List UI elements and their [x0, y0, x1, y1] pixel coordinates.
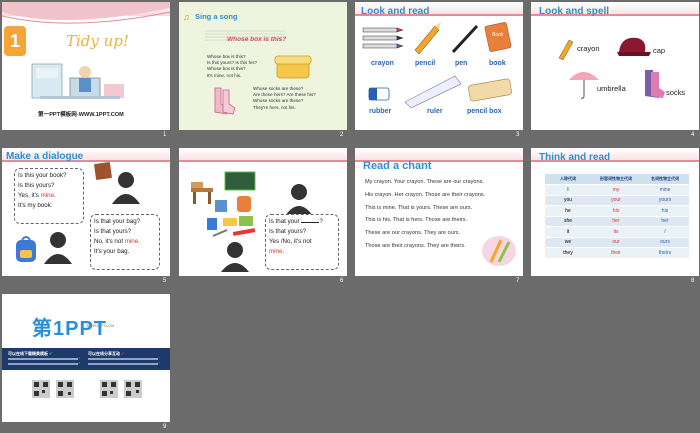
lunch-box-icon	[274, 55, 312, 79]
slide-thumbnail-9[interactable]: 第1PPT WWW.1PPT.COM 可以在线下载精美模板 ✔ 可以在线分享互动…	[2, 294, 170, 422]
song-lines-b: Whose socks are these? Are these hers? A…	[253, 86, 316, 110]
qr-code-icon	[32, 380, 50, 398]
girl-silhouette-icon	[44, 232, 72, 264]
slide-thumbnail-8[interactable]: Think and read 人称代词 形容词性物主代词 名词性物主代词 Imy…	[531, 148, 699, 276]
slide-title: Think and read	[539, 152, 611, 163]
ruler-icon	[404, 75, 462, 108]
music-note-icon: ♫	[183, 12, 190, 22]
table-row: she her her	[545, 216, 689, 227]
speech-bubble-question: Is that your ? Is that yours? Yes /No, i…	[265, 214, 339, 270]
slide-thumbnail-6[interactable]: Is that your ? Is that yours? Yes /No, i…	[179, 148, 347, 276]
slide-number: 4	[691, 132, 695, 138]
table-row: he his his	[545, 205, 689, 217]
girl-silhouette-icon	[221, 242, 249, 272]
info-col-1-tick: ✔	[78, 361, 81, 365]
slide-thumbnail-2[interactable]: ♫ Sing a song Whose box is this? Whose b…	[179, 2, 347, 130]
pronoun-table: 人称代词 形容词性物主代词 名词性物主代词 Imy mine you your you…	[545, 174, 689, 259]
speech-bubble-2: Is that your bag? Is that yours? No, it'…	[90, 214, 160, 270]
slide-title: Read a chant	[363, 160, 432, 172]
slide-number: 6	[340, 278, 344, 284]
slide-number: 3	[516, 132, 520, 138]
slide-thumbnail-3[interactable]: Look and read Book crayon pencil pen boo…	[355, 2, 523, 130]
qr-code-icon	[100, 380, 118, 398]
table-row: Imy mine	[545, 184, 689, 196]
label-crayon: crayon	[371, 60, 394, 67]
slide-title: Make a dialogue	[6, 151, 84, 162]
table-header-row: 人称代词 形容词性物主代词 名词性物主代词	[545, 174, 689, 185]
crayons-icon	[362, 27, 404, 49]
info-col-1: 可以在线下载精美模板 ✔	[8, 351, 53, 356]
socks-icon	[645, 70, 665, 98]
info-col-2-line	[88, 358, 158, 360]
table-row: it its /	[545, 226, 689, 238]
qr-code-icon	[124, 380, 142, 398]
slide-thumbnail-4[interactable]: Look and spell crayon cap umbrella socks	[531, 2, 699, 130]
song-lines-a: Whose box is this? Is this yours? Is thi…	[207, 54, 258, 78]
music-staff-icon	[205, 30, 285, 41]
slide-thumbnail-7[interactable]: Read a chant My crayon. Your crayon. The…	[355, 148, 523, 276]
label-pencil: pencil	[415, 60, 436, 67]
slide-number: 1	[163, 132, 167, 138]
info-col-2-line	[88, 363, 158, 365]
crayon-icon	[558, 39, 574, 61]
slide-thumbnail-5[interactable]: Make a dialogue Is this your book? Is th…	[2, 148, 170, 276]
speech-bubble-1: Is this your book? Is this yours? Yes, i…	[14, 168, 84, 224]
label-socks: socks	[666, 88, 686, 97]
messy-room-illustration-icon	[31, 63, 124, 99]
slide-thumbnail-1[interactable]: 1 Tidy up! 第一PPT模板网-WWW.1PPT.COM	[2, 2, 170, 130]
qr-code-icon	[56, 380, 74, 398]
slide-number: 2	[340, 132, 344, 138]
table-row: they their theirs	[545, 247, 689, 259]
classroom-items-illustration-icon	[191, 171, 256, 237]
label-ruler: ruler	[427, 108, 443, 115]
pencil-icon	[414, 22, 441, 54]
slide-number: 5	[163, 278, 167, 284]
title-ribbon-icon	[2, 2, 170, 24]
info-col-1-tick: ✔	[78, 356, 81, 360]
logo-subtitle: WWW.1PPT.COM	[86, 324, 115, 328]
info-col-2-tick: ✔	[158, 356, 161, 360]
label-rubber: rubber	[369, 108, 392, 115]
header-ribbon	[179, 148, 347, 162]
boy-silhouette-icon	[285, 184, 313, 216]
slide-number: 9	[163, 424, 167, 430]
label-book: book	[489, 60, 506, 67]
slide-number: 8	[691, 278, 695, 284]
info-col-2: 可以在线分享互动 ✔	[88, 351, 125, 356]
slide-title: Tidy up!	[66, 32, 129, 50]
slide-title: Look and read	[361, 6, 430, 17]
schoolbag-icon	[16, 236, 36, 262]
info-col-1-line	[8, 358, 78, 360]
rubber-icon	[368, 87, 390, 101]
label-cap: cap	[653, 46, 666, 55]
cap-icon	[617, 37, 651, 56]
slide-number: 7	[516, 278, 520, 284]
label-pen: pen	[455, 60, 468, 67]
boy-silhouette-icon	[112, 172, 140, 204]
table-row: we our ours	[545, 237, 689, 248]
number-badge: 1	[4, 26, 26, 56]
crayons-circle-icon	[482, 236, 516, 266]
sing-header: Sing a song	[195, 12, 238, 21]
label-umbrella: umbrella	[597, 84, 626, 93]
info-col-1-line	[8, 363, 78, 365]
book-cover-text: Book	[492, 32, 504, 38]
socks-icon	[214, 87, 236, 115]
chant-lines: My crayon. Your crayon. These are our cr…	[365, 179, 486, 249]
pen-icon	[451, 24, 479, 54]
label-pencil-box: pencil box	[467, 108, 502, 115]
pencil-box-icon	[468, 78, 512, 102]
info-col-2-tick: ✔	[158, 361, 161, 365]
footer-text: 第一PPT模板网-WWW.1PPT.COM	[38, 112, 124, 118]
table-row: you your yours	[545, 195, 689, 206]
umbrella-icon	[569, 72, 599, 99]
slide-title: Look and spell	[539, 6, 610, 17]
label-crayon: crayon	[577, 44, 600, 53]
